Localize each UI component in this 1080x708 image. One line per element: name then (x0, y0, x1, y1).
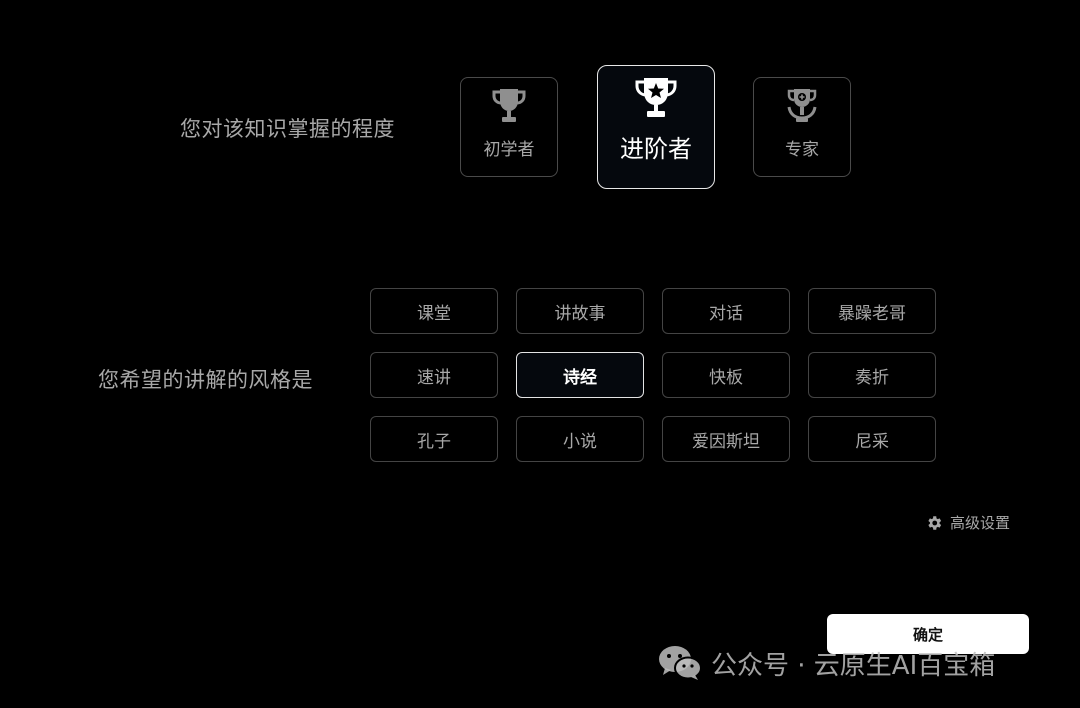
trophy-icon (492, 89, 526, 122)
style-option-nietzsche[interactable]: 尼采 (808, 416, 936, 462)
style-option-einstein[interactable]: 爱因斯坦 (662, 416, 790, 462)
level-option-advanced[interactable]: 进阶者 (597, 65, 715, 189)
style-option-storytelling[interactable]: 讲故事 (516, 288, 644, 334)
level-option-beginner[interactable]: 初学者 (460, 77, 558, 177)
wreath-trophy-icon (787, 89, 817, 122)
style-option-grumpy-bro[interactable]: 暴躁老哥 (808, 288, 936, 334)
level-option-label: 专家 (785, 140, 819, 160)
style-option-memorial[interactable]: 奏折 (808, 352, 936, 398)
level-option-label: 初学者 (483, 140, 535, 160)
style-question-label: 您希望的讲解的风格是 (98, 368, 313, 392)
level-question-label: 您对该知识掌握的程度 (180, 117, 395, 141)
style-option-kuaiban[interactable]: 快板 (662, 352, 790, 398)
advanced-settings-link[interactable]: 高级设置 (925, 512, 1010, 533)
wechat-icon (659, 646, 702, 680)
watermark: 公众号 · 云原生AI百宝箱 (657, 644, 995, 682)
style-option-poetry[interactable]: 诗经 (516, 352, 644, 398)
style-option-classroom[interactable]: 课堂 (370, 288, 498, 334)
style-options-grid: 课堂 讲故事 对话 暴躁老哥 速讲 诗经 快板 奏折 孔子 小说 爱因斯坦 尼采 (370, 288, 936, 462)
level-option-expert[interactable]: 专家 (753, 77, 851, 177)
style-option-novel[interactable]: 小说 (516, 416, 644, 462)
advanced-settings-label: 高级设置 (950, 514, 1011, 532)
style-option-quick[interactable]: 速讲 (370, 352, 498, 398)
level-option-label: 进阶者 (620, 135, 692, 163)
watermark-text: 公众号 · 云原生AI百宝箱 (711, 650, 996, 681)
style-option-dialogue[interactable]: 对话 (662, 288, 790, 334)
style-option-confucius[interactable]: 孔子 (370, 416, 498, 462)
gear-icon (928, 515, 942, 530)
star-trophy-icon (635, 78, 677, 117)
